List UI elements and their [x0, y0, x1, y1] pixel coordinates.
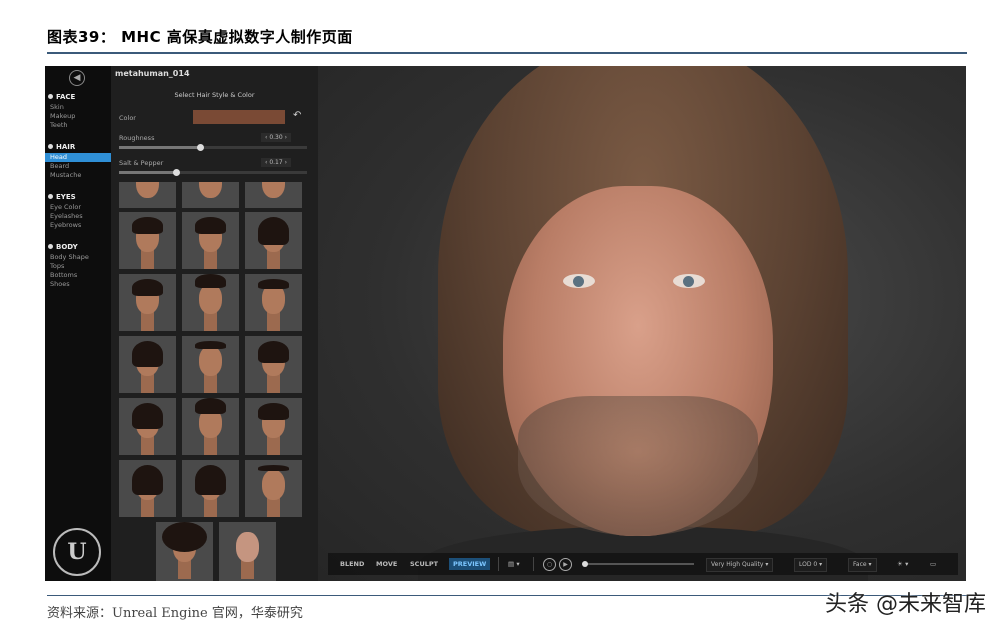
hairstyle-thumb[interactable] — [119, 274, 176, 331]
hairstyle-thumb[interactable] — [245, 398, 302, 455]
hairstyle-thumb[interactable] — [182, 460, 239, 517]
hairstyle-thumb[interactable] — [182, 336, 239, 393]
nav-hair-label: HAIR — [56, 143, 76, 151]
quality-dropdown[interactable]: Very High Quality ▾ — [706, 558, 774, 572]
hairstyle-thumb[interactable] — [245, 274, 302, 331]
play-icon[interactable]: ▶ — [559, 558, 572, 571]
hairstyle-thumb[interactable] — [245, 460, 302, 517]
sculpt-button[interactable]: SCULPT — [406, 558, 442, 570]
viewport-toolbar: BLEND MOVE SCULPT PREVIEW ▤ ▾ ○ ▶ Very H… — [328, 553, 958, 575]
nav-item-bottoms[interactable]: Bottoms — [45, 271, 111, 280]
nav-item-teeth[interactable]: Teeth — [45, 121, 111, 130]
nav-item-shoes[interactable]: Shoes — [45, 280, 111, 289]
hair-settings-panel: metahuman_014 Select Hair Style & Color … — [111, 66, 354, 581]
nav-item-head[interactable]: Head — [45, 153, 111, 162]
nav-item-skin[interactable]: Skin — [45, 103, 111, 112]
eye-icon — [48, 194, 53, 199]
nav-item-mustache[interactable]: Mustache — [45, 171, 111, 180]
title-rule — [47, 52, 967, 54]
hairstyle-thumb[interactable] — [182, 212, 239, 269]
color-label: Color — [119, 114, 136, 122]
hairstyle-thumb[interactable] — [245, 336, 302, 393]
salt-pepper-value: 0.17 — [269, 159, 283, 166]
nav-item-makeup[interactable]: Makeup — [45, 112, 111, 121]
nav-section-eyes: EYES Eye Color Eyelashes Eyebrows — [45, 192, 111, 230]
camera-value: Face — [853, 561, 867, 568]
salt-pepper-label: Salt & Pepper — [119, 159, 164, 167]
hairstyle-thumb[interactable] — [119, 336, 176, 393]
character-viewport[interactable]: BLEND MOVE SCULPT PREVIEW ▤ ▾ ○ ▶ Very H… — [318, 66, 966, 581]
hairstyle-thumb[interactable] — [119, 460, 176, 517]
nav-item-beard[interactable]: Beard — [45, 162, 111, 171]
nav-item-eyelashes[interactable]: Eyelashes — [45, 212, 111, 221]
nav-item-eye-color[interactable]: Eye Color — [45, 203, 111, 212]
body-icon — [48, 244, 53, 249]
lighting-icon[interactable]: ☀ ▾ — [893, 558, 912, 570]
salt-pepper-slider[interactable] — [119, 169, 307, 176]
figure-title: 图表39： MHC 高保真虚拟数字人制作页面 — [47, 28, 353, 46]
nav-item-tops[interactable]: Tops — [45, 262, 111, 271]
salt-pepper-stepper[interactable]: ‹ 0.17 › — [261, 158, 291, 167]
roughness-slider[interactable] — [119, 144, 307, 151]
timeline-handle[interactable] — [582, 561, 588, 567]
nav-face-label: FACE — [56, 93, 76, 101]
figure-source: 资料来源：Unreal Engine 官网，华泰研究 — [47, 606, 303, 621]
lod-dropdown[interactable]: LOD 0 ▾ — [794, 558, 828, 572]
category-nav: ◀ FACE Skin Makeup Teeth HAIR Head Beard… — [45, 66, 111, 581]
hairstyle-thumb[interactable] — [182, 182, 239, 208]
layout-icon[interactable]: ▤ ▾ — [504, 558, 524, 570]
roughness-value: 0.30 — [269, 134, 283, 141]
roughness-slider-handle[interactable] — [197, 144, 204, 151]
camera-dropdown[interactable]: Face ▾ — [848, 558, 877, 572]
nav-section-hair: HAIR Head Beard Mustache — [45, 142, 111, 180]
character-beard — [518, 396, 758, 536]
character-left-eye — [563, 274, 595, 288]
preview-button[interactable]: PREVIEW — [449, 558, 491, 570]
blend-button[interactable]: BLEND — [336, 558, 368, 570]
panel-title: Select Hair Style & Color — [174, 91, 255, 99]
character-right-eye — [673, 274, 705, 288]
nav-item-eyebrows[interactable]: Eyebrows — [45, 221, 111, 230]
hairstyle-thumb[interactable] — [245, 212, 302, 269]
roughness-label: Roughness — [119, 134, 155, 142]
nav-eyes-label: EYES — [56, 193, 76, 201]
nav-section-face: FACE Skin Makeup Teeth — [45, 92, 111, 130]
settings-icon[interactable]: ▭ — [926, 558, 940, 570]
lod-value: LOD 0 — [799, 561, 818, 568]
hairstyle-thumb[interactable] — [119, 398, 176, 455]
hairstyle-thumb[interactable] — [219, 522, 276, 581]
hair-color-swatch[interactable] — [193, 110, 285, 124]
roughness-stepper[interactable]: ‹ 0.30 › — [261, 133, 291, 142]
unreal-logo-icon: U — [53, 528, 101, 576]
hairstyle-thumb[interactable] — [245, 182, 302, 208]
metahuman-creator-window: ◀ FACE Skin Makeup Teeth HAIR Head Beard… — [45, 66, 966, 581]
hairstyle-thumb[interactable] — [119, 182, 176, 208]
watermark: 头条 @未来智库 — [825, 592, 986, 617]
hairstyle-thumb[interactable] — [119, 212, 176, 269]
record-icon[interactable]: ○ — [543, 558, 556, 571]
salt-pepper-slider-handle[interactable] — [173, 169, 180, 176]
nav-section-body: BODY Body Shape Tops Bottoms Shoes — [45, 242, 111, 289]
nav-body-label: BODY — [56, 243, 78, 251]
hairstyle-thumb[interactable] — [182, 398, 239, 455]
hair-icon — [48, 144, 53, 149]
move-button[interactable]: MOVE — [372, 558, 401, 570]
animation-timeline[interactable] — [582, 561, 694, 567]
quality-value: Very High Quality — [711, 561, 764, 568]
hairstyle-thumb[interactable] — [182, 274, 239, 331]
face-icon — [48, 94, 53, 99]
hairstyle-thumb[interactable] — [156, 522, 213, 581]
nav-item-body-shape[interactable]: Body Shape — [45, 253, 111, 262]
character-name: metahuman_014 — [115, 69, 190, 78]
reset-icon[interactable]: ↶ — [293, 110, 301, 121]
home-icon[interactable]: ◀ — [69, 70, 85, 86]
